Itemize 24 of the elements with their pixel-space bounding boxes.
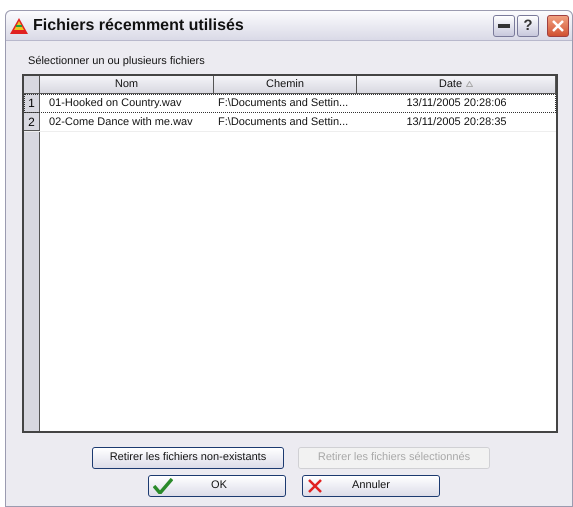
close-icon	[552, 20, 564, 32]
cancel-button[interactable]: Annuler	[302, 474, 440, 496]
row-number: 1	[24, 94, 40, 112]
table-cell-text: F:\Documents and Settin...	[217, 114, 350, 130]
checkmark-icon	[153, 478, 173, 494]
app-logo-icon	[9, 16, 29, 34]
window-title: Fichiers récemment utilisés	[33, 16, 244, 36]
column-header[interactable]: Chemin	[214, 76, 357, 92]
table-cell-text: 01-Hooked on Country.wav	[48, 96, 182, 110]
help-button[interactable]: ?	[517, 14, 539, 36]
ok-button[interactable]: OK	[148, 474, 286, 496]
table-cell-text: F:\Documents and Settin...	[217, 96, 350, 110]
table-cell-text: 13/11/2005 20:28:35	[405, 114, 508, 130]
column-header[interactable]: Date	[357, 76, 556, 92]
table-cell-text: 02-Come Dance with me.wav	[48, 114, 194, 130]
table-cell-text: 13/11/2005 20:28:06	[405, 96, 508, 110]
close-button[interactable]	[547, 14, 569, 36]
column-header[interactable]: Nom	[40, 76, 214, 92]
sort-arrow-icon	[466, 81, 474, 87]
minimize-icon	[498, 24, 510, 28]
cross-icon	[307, 478, 323, 494]
instruction-text: Sélectionner un ou plusieurs fichiers	[28, 54, 206, 69]
action-button[interactable]: Retirer les fichiers non-existants	[92, 446, 284, 468]
minimize-button[interactable]	[493, 14, 515, 36]
